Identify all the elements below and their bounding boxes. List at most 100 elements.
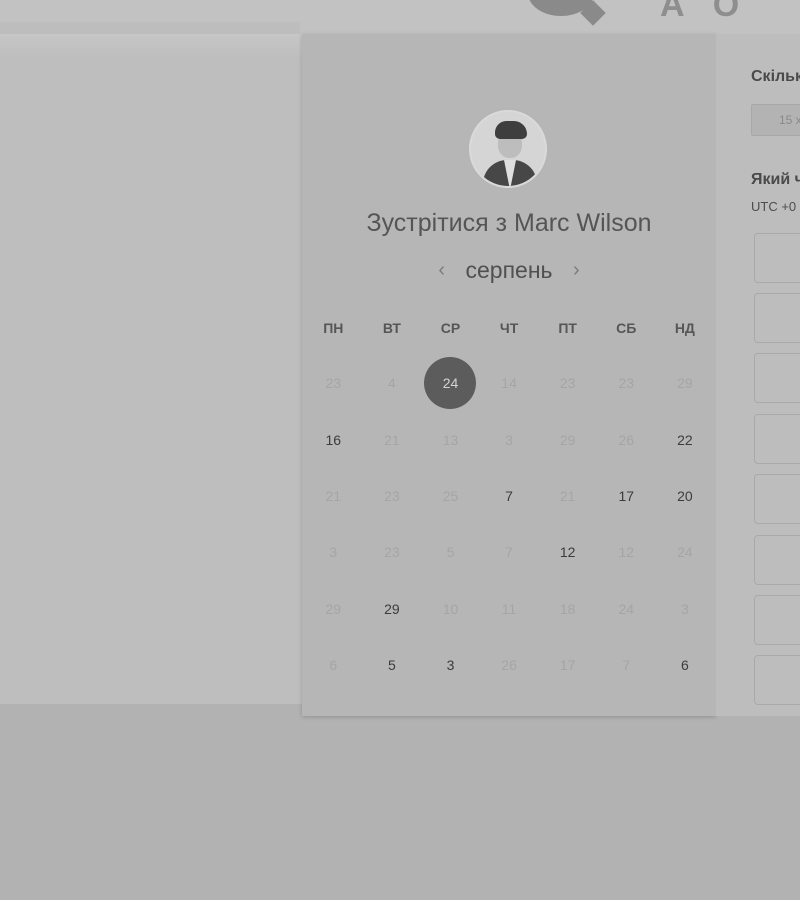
- day-cell[interactable]: 29: [363, 581, 422, 637]
- chevron-left-icon[interactable]: ‹: [432, 259, 451, 282]
- day-cell: 29: [304, 581, 363, 637]
- day-number: 20: [677, 487, 693, 504]
- timezone-label[interactable]: UTC +0: [751, 199, 796, 214]
- day-number: 16: [325, 431, 342, 448]
- time-label: Який ч: [751, 171, 800, 188]
- day-cell: 24: [656, 524, 715, 580]
- day-number: 5: [387, 657, 396, 674]
- day-number: 29: [384, 600, 400, 617]
- day-cell[interactable]: 22: [656, 411, 715, 467]
- time-slot-button[interactable]: [754, 233, 800, 283]
- day-cell: 3: [656, 581, 715, 637]
- day-cell: 21: [363, 411, 422, 467]
- day-number: 3: [446, 657, 455, 674]
- day-cell: 7: [480, 524, 539, 580]
- day-number: 3: [680, 600, 689, 617]
- page-footer-area: [0, 704, 800, 900]
- day-number: 21: [384, 431, 400, 448]
- day-number: 23: [325, 375, 342, 392]
- day-number: 13: [442, 431, 459, 448]
- weekday-label: ПТ: [558, 320, 577, 336]
- weekday-label: ЧТ: [499, 320, 519, 336]
- day-cell[interactable]: 16: [304, 411, 363, 467]
- day-cell[interactable]: 7: [480, 468, 539, 524]
- day-cell: 24: [597, 581, 656, 637]
- day-number: 29: [677, 375, 693, 392]
- day-cell[interactable]: 12: [538, 524, 597, 580]
- weekday-label: СР: [440, 320, 461, 336]
- day-number: 29: [325, 600, 342, 617]
- day-number: 23: [559, 375, 576, 392]
- booking-details-panel: Скільк 15 хв Який ч UTC +0: [716, 34, 800, 716]
- day-number: 11: [501, 600, 517, 617]
- day-number: 24: [618, 600, 635, 617]
- day-cell: 29: [656, 355, 715, 411]
- day-number: 26: [501, 657, 517, 674]
- day-cell: 23: [363, 468, 422, 524]
- day-cell: 29: [538, 411, 597, 467]
- chevron-right-icon[interactable]: ›: [567, 259, 586, 282]
- day-number: 24: [677, 544, 693, 561]
- weekday-label: ПН: [323, 320, 344, 336]
- day-number: 25: [442, 487, 459, 504]
- time-slot-button[interactable]: [754, 414, 800, 464]
- day-number: 12: [559, 544, 576, 561]
- day-number: 5: [446, 544, 455, 561]
- day-number: 10: [442, 600, 459, 617]
- day-cell: 3: [480, 411, 539, 467]
- day-number: 7: [505, 487, 513, 504]
- day-number: 18: [559, 600, 576, 617]
- time-slot-button[interactable]: [754, 535, 800, 585]
- day-number: 14: [501, 375, 517, 392]
- time-slot-button[interactable]: [754, 293, 800, 343]
- time-slot-button[interactable]: [754, 353, 800, 403]
- day-number: 22: [677, 431, 693, 448]
- time-slot-button[interactable]: [754, 595, 800, 645]
- day-cell[interactable]: 20: [656, 468, 715, 524]
- duration-select[interactable]: 15 хв: [751, 104, 800, 136]
- month-label: серпень: [465, 257, 553, 283]
- day-number: 3: [505, 431, 513, 448]
- day-cell: 4: [363, 355, 422, 411]
- duration-label: Скільк: [751, 68, 800, 85]
- time-slot-button[interactable]: [754, 474, 800, 524]
- day-number: 24: [424, 357, 477, 410]
- day-number: 6: [680, 657, 689, 674]
- month-navigation: ‹ серпень ›: [302, 257, 716, 284]
- left-panel: [0, 34, 302, 704]
- selected-day-cell[interactable]: 24: [421, 355, 480, 411]
- day-cell[interactable]: 3: [421, 637, 480, 693]
- time-slot-button[interactable]: [754, 655, 800, 705]
- day-number: 7: [505, 544, 513, 561]
- weekday-label: ВТ: [382, 320, 401, 336]
- day-cell: 23: [597, 355, 656, 411]
- day-cell: 18: [538, 581, 597, 637]
- day-cell: 5: [421, 524, 480, 580]
- day-number: 12: [618, 544, 635, 561]
- day-cell: 3: [304, 524, 363, 580]
- day-cell[interactable]: 17: [597, 468, 656, 524]
- day-cell[interactable]: 6: [656, 637, 715, 693]
- weekday-label: СБ: [616, 320, 637, 336]
- day-cell[interactable]: 5: [363, 637, 422, 693]
- day-cell: 6: [304, 637, 363, 693]
- day-cell: 26: [597, 411, 656, 467]
- weekday-header: ПН ВТ СР ЧТ ПТ СБ НД: [302, 320, 718, 342]
- day-number: 29: [559, 431, 576, 448]
- avatar: [469, 110, 547, 188]
- day-number: 23: [384, 544, 400, 561]
- day-cell: 17: [538, 637, 597, 693]
- day-number: 17: [559, 657, 576, 674]
- meeting-title: Зустрітися з Marc Wilson: [366, 209, 652, 237]
- day-number: 21: [325, 487, 342, 504]
- day-cell: 13: [421, 411, 480, 467]
- day-cell: 23: [363, 524, 422, 580]
- day-number: 23: [618, 375, 635, 392]
- calendar-card: Зустрітися з Marc Wilson ‹ серпень › ПН В…: [302, 34, 716, 716]
- day-number: 21: [559, 487, 576, 504]
- day-cell: 23: [538, 355, 597, 411]
- weekday-label: НД: [674, 320, 695, 336]
- day-cell: 25: [421, 468, 480, 524]
- day-cell: 14: [480, 355, 539, 411]
- day-number: 23: [384, 487, 400, 504]
